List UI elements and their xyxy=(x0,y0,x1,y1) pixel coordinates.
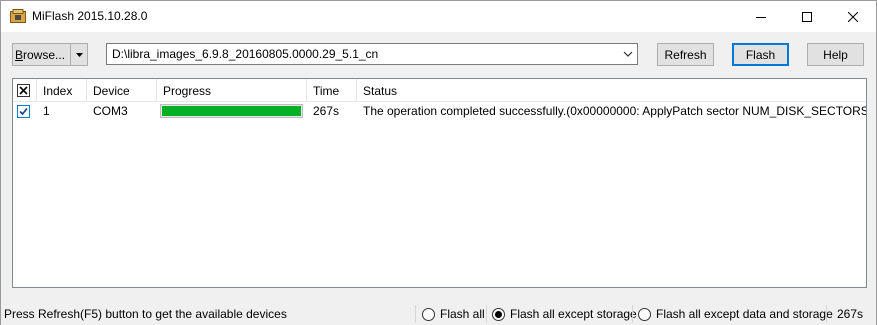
flash-button[interactable]: Flash xyxy=(732,43,789,66)
row-device: COM3 xyxy=(93,104,128,118)
device-list: Index Device Progress Time Status 1 COM3… xyxy=(12,78,867,288)
radio-flash-all-except-storage[interactable]: Flash all except storage xyxy=(492,305,637,323)
maximize-button[interactable] xyxy=(784,1,830,32)
close-icon xyxy=(848,11,858,22)
minimize-icon xyxy=(756,16,766,18)
close-button[interactable] xyxy=(830,1,876,32)
row-check-cell[interactable] xyxy=(13,102,37,120)
column-header-status[interactable]: Status xyxy=(357,79,866,102)
row-progress xyxy=(157,102,307,120)
radio-label: Flash all xyxy=(440,307,485,321)
cross-icon xyxy=(19,86,28,95)
browse-label-mnemonic: B xyxy=(15,47,24,62)
elapsed-time: 267s xyxy=(837,307,864,321)
status-divider xyxy=(826,305,827,323)
chevron-down-icon[interactable] xyxy=(622,49,634,59)
radio-circle[interactable] xyxy=(492,307,505,321)
toolbar: Browse... D:\libra_images_6.9.8_20160805… xyxy=(1,32,876,76)
radio-flash-all[interactable]: Flash all xyxy=(422,305,485,323)
status-message: Press Refresh(F5) button to get the avai… xyxy=(4,307,287,321)
row-index: 1 xyxy=(43,104,50,118)
browse-label: rowse... xyxy=(23,47,66,62)
image-path-value: D:\libra_images_6.9.8_20160805.0000.29_5… xyxy=(112,47,379,61)
image-path-combobox[interactable]: D:\libra_images_6.9.8_20160805.0000.29_5… xyxy=(106,43,638,65)
select-all-checkbox[interactable] xyxy=(17,84,30,97)
title-bar: MiFlash 2015.10.28.0 xyxy=(1,1,876,32)
table-row[interactable]: 1 COM3 267s The operation completed succ… xyxy=(13,102,866,120)
column-header-index[interactable]: Index xyxy=(37,79,87,102)
radio-circle[interactable] xyxy=(422,307,435,321)
radio-flash-all-except-data-and-storage[interactable]: Flash all except data and storage xyxy=(638,305,833,323)
radio-label: Flash all except storage xyxy=(510,307,637,321)
checkmark-icon xyxy=(19,107,28,115)
help-button[interactable]: Help xyxy=(807,43,864,66)
browse-dropdown-button[interactable] xyxy=(71,44,87,65)
row-time: 267s xyxy=(313,104,340,118)
radio-selected-dot xyxy=(495,310,502,318)
list-header: Index Device Progress Time Status xyxy=(13,79,866,102)
radio-circle[interactable] xyxy=(638,307,651,321)
row-status: The operation completed successfully.(0x… xyxy=(363,104,866,118)
column-header-time[interactable]: Time xyxy=(307,79,357,102)
miflash-window: MiFlash 2015.10.28.0 Browse... D:\libra_… xyxy=(0,0,877,325)
browse-split-button[interactable]: Browse... xyxy=(12,43,88,66)
column-header-progress[interactable]: Progress xyxy=(157,79,307,102)
row-checkbox[interactable] xyxy=(17,104,30,118)
maximize-icon xyxy=(802,11,812,22)
refresh-button[interactable]: Refresh xyxy=(657,43,714,66)
status-divider xyxy=(415,305,416,323)
miflash-app-icon xyxy=(10,9,26,23)
window-title: MiFlash 2015.10.28.0 xyxy=(32,9,148,23)
column-header-device[interactable]: Device xyxy=(87,79,157,102)
status-divider xyxy=(486,305,487,323)
select-all-header[interactable] xyxy=(13,79,37,102)
status-bar: Press Refresh(F5) button to get the avai… xyxy=(1,302,876,325)
browse-button[interactable]: Browse... xyxy=(13,44,71,65)
progress-bar-fill xyxy=(162,106,301,116)
caret-down-icon xyxy=(75,52,83,57)
status-divider xyxy=(632,305,633,323)
progress-bar xyxy=(160,104,303,118)
minimize-button[interactable] xyxy=(738,1,784,32)
radio-label: Flash all except data and storage xyxy=(656,307,833,321)
